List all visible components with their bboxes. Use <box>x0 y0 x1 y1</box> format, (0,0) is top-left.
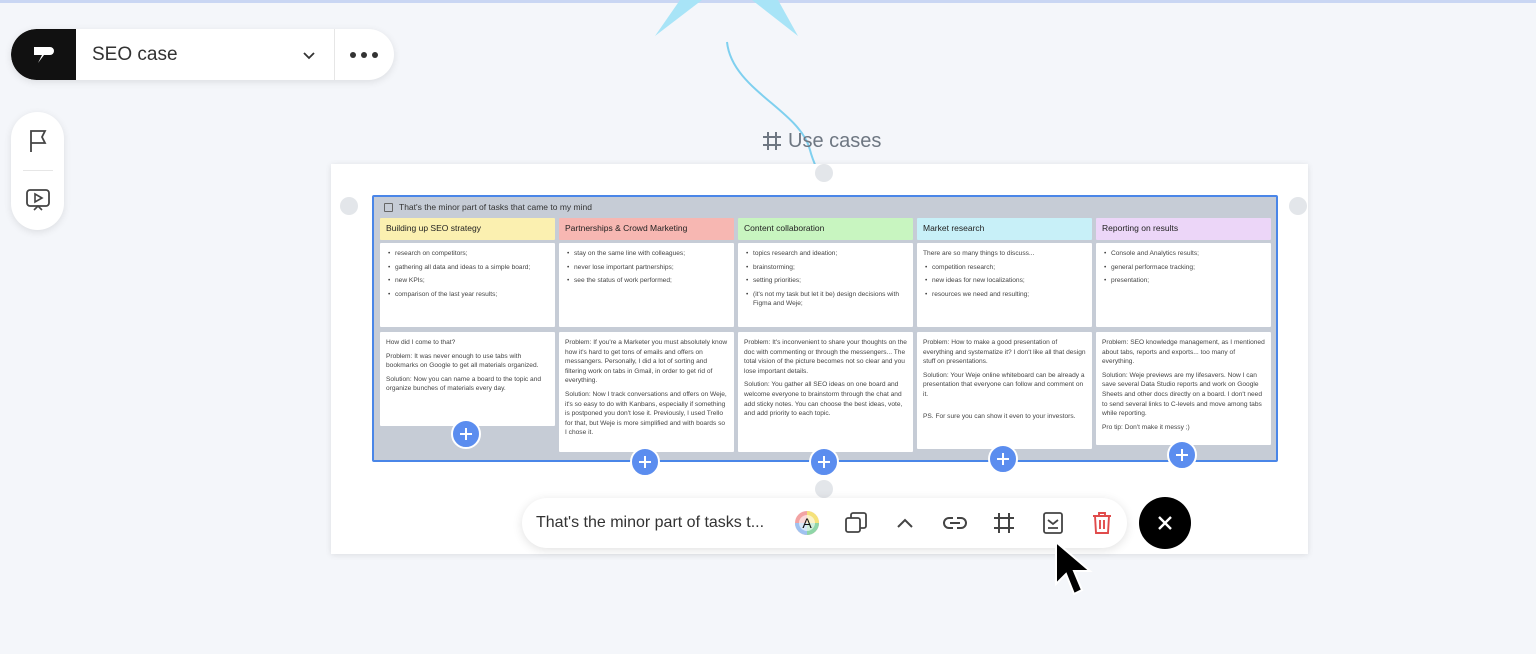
card-bullet: stay on the same line with colleagues; <box>565 249 728 259</box>
kanban-card[interactable]: Problem: If you're a Marketer you must a… <box>559 332 734 452</box>
card-text: Problem: If you're a Marketer you must a… <box>565 339 728 385</box>
card-text: How did I come to that? <box>386 339 456 346</box>
card-bullet: (it's not my task but let it be) design … <box>744 290 907 309</box>
resize-handle-right[interactable] <box>1289 197 1307 215</box>
card-bullet: competition research; <box>923 263 1086 273</box>
column-header[interactable]: Reporting on results <box>1096 218 1271 240</box>
card-bullet: setting priorities; <box>744 276 907 286</box>
frame-label[interactable]: Use cases <box>762 128 881 154</box>
selection-toolbar: That's the minor part of tasks t... A <box>522 498 1127 548</box>
card-text: Solution: You gather all SEO ideas on on… <box>744 381 903 418</box>
plus-icon <box>460 428 472 440</box>
copy-icon <box>845 512 868 533</box>
kanban-title-text: That's the minor part of tasks that came… <box>399 202 592 212</box>
close-icon <box>1158 516 1172 530</box>
presentation-icon[interactable] <box>11 171 64 229</box>
card-text: Problem: SEO knowledge management, as I … <box>1102 339 1265 366</box>
close-button[interactable] <box>1139 497 1191 549</box>
column-header[interactable]: Content collaboration <box>738 218 913 240</box>
card-bullet: new ideas for new localizations; <box>923 276 1086 286</box>
flag-icon[interactable] <box>11 112 64 170</box>
column-header[interactable]: Market research <box>917 218 1092 240</box>
left-toolbar <box>11 112 64 230</box>
kanban-card[interactable]: stay on the same line with colleagues; n… <box>559 243 734 327</box>
add-card-button[interactable] <box>1167 440 1197 470</box>
kanban-card[interactable]: topics research and ideation; brainstorm… <box>738 243 913 327</box>
column-header[interactable]: Partnerships & Crowd Marketing <box>559 218 734 240</box>
kanban-column: Reporting on results Console and Analyti… <box>1096 218 1271 445</box>
card-text: Problem: It's inconvenient to share your… <box>744 339 907 375</box>
duplicate-button[interactable] <box>832 498 881 548</box>
frame-label-text: Use cases <box>788 129 882 152</box>
plus-icon <box>818 456 830 468</box>
card-text: PS. For sure you can show it even to you… <box>923 412 1076 420</box>
kanban-card[interactable]: Problem: SEO knowledge management, as I … <box>1096 332 1271 445</box>
kanban-card[interactable]: There are so many things to discuss... c… <box>917 243 1092 327</box>
column-header[interactable]: Building up SEO strategy <box>380 218 555 240</box>
resize-handle-bottom[interactable] <box>815 480 833 498</box>
card-text: There are so many things to discuss... <box>923 250 1035 257</box>
card-bullet: Console and Analytics results; <box>1102 249 1265 259</box>
add-card-button[interactable] <box>630 447 660 477</box>
card-bullet: never lose important partnerships; <box>565 263 728 273</box>
resize-handle-top[interactable] <box>815 164 833 182</box>
card-bullet: research on competitors; <box>386 249 549 259</box>
card-bullet: resources we need and resulting; <box>923 290 1086 300</box>
kanban-board[interactable]: That's the minor part of tasks that came… <box>372 195 1278 462</box>
kanban-column: Market research There are so many things… <box>917 218 1092 449</box>
link-icon <box>942 517 967 529</box>
card-bullet: see the status of work performed; <box>565 276 728 286</box>
link-button[interactable] <box>930 498 979 548</box>
project-name[interactable]: SEO case <box>92 44 297 66</box>
kanban-card[interactable]: research on competitors; gathering all d… <box>380 243 555 327</box>
color-picker-icon: A <box>794 511 819 535</box>
bring-forward-button[interactable] <box>881 498 930 548</box>
kanban-card[interactable]: How did I come to that? Problem: It was … <box>380 332 555 426</box>
card-bullet: general performace tracking; <box>1102 263 1265 273</box>
chevron-up-icon <box>897 518 914 528</box>
add-card-button[interactable] <box>451 419 481 449</box>
card-text: Problem: It was never enough to use tabs… <box>386 352 539 370</box>
frame-icon <box>763 132 781 150</box>
kanban-column: Partnerships & Crowd Marketing stay on t… <box>559 218 734 452</box>
plus-icon <box>639 456 651 468</box>
kanban-card[interactable]: Problem: How to make a good presentation… <box>917 332 1092 449</box>
card-text: Pro tip: Don't make it messy ;) <box>1102 423 1190 431</box>
card-text: Solution: Weje previews are my lifesaver… <box>1102 371 1262 418</box>
card-bullet: comparison of the last year results; <box>386 290 549 300</box>
more-options-icon[interactable] <box>335 29 393 80</box>
add-card-button[interactable] <box>809 447 839 477</box>
text-color-button[interactable]: A <box>782 498 831 548</box>
card-bullet: brainstorming; <box>744 263 907 273</box>
card-bullet: new KPIs; <box>386 276 549 286</box>
kanban-title: That's the minor part of tasks that came… <box>384 201 592 213</box>
card-text: Solution: Now I track conversations and … <box>565 390 727 437</box>
card-text: Solution: Your Weje online whiteboard ca… <box>923 371 1085 398</box>
kanban-icon <box>384 202 393 212</box>
frame-button[interactable] <box>979 498 1028 548</box>
plus-icon <box>997 453 1009 465</box>
project-bar: SEO case <box>11 29 394 80</box>
selection-title-input[interactable]: That's the minor part of tasks t... <box>536 514 782 532</box>
chevron-down-icon[interactable] <box>297 43 321 67</box>
kanban-card[interactable]: Problem: It's inconvenient to share your… <box>738 332 913 452</box>
color-letter: A <box>802 515 812 531</box>
resize-handle-left[interactable] <box>340 197 358 215</box>
card-text: Problem: How to make a good presentation… <box>923 339 1086 366</box>
card-bullet: topics research and ideation; <box>744 249 907 259</box>
collapse-icon <box>1043 512 1064 534</box>
card-text: Solution: Now you can name a board to th… <box>386 375 542 393</box>
kanban-column: Building up SEO strategy research on com… <box>380 218 555 426</box>
card-bullet: gathering all data and ideas to a simple… <box>386 263 549 273</box>
kanban-column: Content collaboration topics research an… <box>738 218 913 452</box>
card-bullet: presentation; <box>1102 276 1265 286</box>
trash-icon <box>1093 512 1112 534</box>
plus-icon <box>1176 449 1188 461</box>
app-logo-icon[interactable] <box>11 29 76 80</box>
kanban-card[interactable]: Console and Analytics results; general p… <box>1096 243 1271 327</box>
add-card-button[interactable] <box>988 444 1018 474</box>
frame-icon <box>993 513 1014 533</box>
mouse-cursor-icon <box>1055 540 1093 596</box>
